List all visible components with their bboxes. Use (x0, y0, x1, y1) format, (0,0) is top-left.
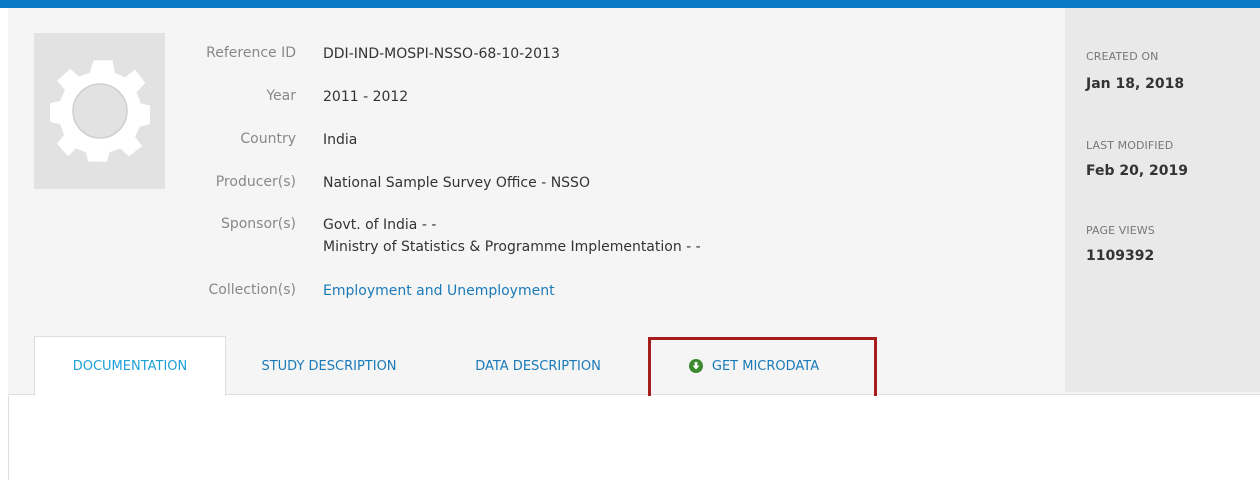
collection-link[interactable]: Employment and Unemployment (323, 282, 555, 300)
last-modified-label: LAST MODIFIED (1086, 139, 1174, 152)
tab-study-description[interactable]: STUDY DESCRIPTION (226, 336, 432, 396)
field-country: Country India (160, 131, 1060, 155)
field-label: Year (266, 88, 296, 104)
tab-label: DOCUMENTATION (72, 359, 188, 374)
field-value: 2011 - 2012 (323, 89, 409, 105)
field-label: Sponsor(s) (220, 216, 296, 232)
tab-label: GET MICRODATA (711, 358, 820, 374)
created-on-value: Jan 18, 2018 (1086, 76, 1185, 92)
page-views-value: 1109392 (1086, 248, 1155, 264)
field-producers: Producer(s) National Sample Survey Offic… (160, 174, 1060, 198)
field-value: National Sample Survey Office - NSSO (323, 175, 590, 191)
top-accent-bar (0, 0, 1260, 8)
field-value: DDI-IND-MOSPI-NSSO-68-10-2013 (323, 46, 560, 62)
tab-data-description[interactable]: DATA DESCRIPTION (442, 336, 634, 396)
created-on-label: CREATED ON (1086, 50, 1159, 63)
field-reference-id: Reference ID DDI-IND-MOSPI-NSSO-68-10-20… (160, 45, 1060, 69)
tab-label: STUDY DESCRIPTION (261, 358, 397, 374)
field-value-line2: Ministry of Statistics & Programme Imple… (323, 239, 701, 255)
study-stats-panel: CREATED ON Jan 18, 2018 LAST MODIFIED Fe… (1065, 8, 1260, 392)
study-thumbnail (34, 33, 165, 189)
field-value: India (323, 132, 358, 148)
field-label: Country (240, 131, 296, 147)
last-modified-value: Feb 20, 2019 (1086, 163, 1189, 179)
tab-documentation[interactable]: DOCUMENTATION (34, 336, 226, 397)
field-collections: Collection(s) Employment and Unemploymen… (160, 282, 1060, 306)
field-label: Reference ID (206, 45, 296, 61)
field-label: Producer(s) (215, 174, 296, 190)
tab-label: DATA DESCRIPTION (475, 358, 601, 374)
field-value: Govt. of India - - (323, 217, 437, 233)
download-circle-icon (688, 359, 703, 373)
tab-content-area (8, 396, 1260, 480)
tab-get-microdata[interactable]: GET MICRODATA (654, 336, 854, 396)
field-label: Collection(s) (208, 282, 296, 298)
field-year: Year 2011 - 2012 (160, 88, 1060, 112)
page-views-label: PAGE VIEWS (1086, 224, 1155, 237)
gear-icon (49, 60, 150, 162)
field-sponsors: Sponsor(s) Govt. of India - - Ministry o… (160, 216, 1060, 258)
